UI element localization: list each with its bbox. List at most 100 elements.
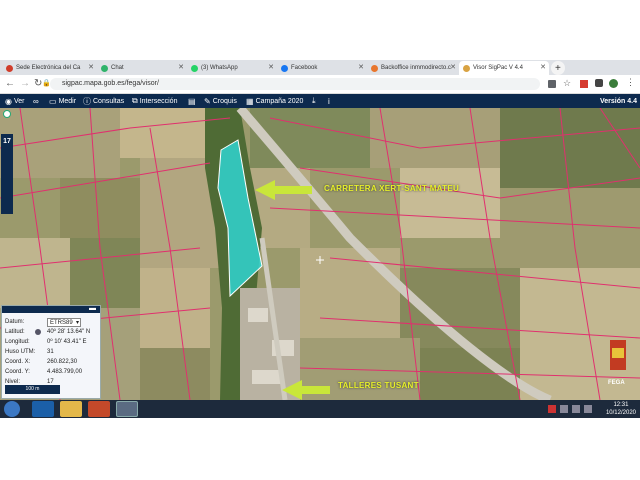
tab-label: Sede Electrónica del Ca [16,65,81,71]
new-tab-button[interactable]: + [551,61,565,75]
tab-visor-sigpac[interactable]: Visor SigPac V 4.4 ✕ [459,61,549,75]
tab-label: Visor SigPac V 4.4 [473,65,523,71]
building [252,370,282,384]
consultas-button[interactable]: ⓘ Consultas [83,94,124,108]
back-arrow-icon[interactable]: ← [5,77,15,91]
ruler-icon: ▭ [49,96,57,106]
translate-icon[interactable] [548,80,556,88]
medir-label: Medir [58,97,77,105]
tray-notification-icon[interactable] [548,405,556,413]
url-text: sigpac.mapa.gob.es/fega/visor/ [62,80,159,87]
tray-network-icon[interactable] [560,405,568,413]
medir-button[interactable]: ▭ Medir [49,94,76,108]
download-icon: ⤓ [312,96,316,105]
info-small-button[interactable]: i [328,94,330,108]
tab-backoffice[interactable]: Backoffice inmmodirecto.c ✕ [367,61,459,75]
layer-toggle-icon[interactable] [3,110,11,118]
clock-date: 10/12/2020 [605,410,636,416]
file-explorer-icon[interactable] [60,401,82,417]
tab-label: (3) WhatsApp [201,65,238,71]
extension-icon[interactable] [595,79,603,87]
print-icon: ▤ [188,96,196,106]
zoom-panel[interactable]: 17 [1,134,13,214]
minimize-icon[interactable]: ▬ [89,305,96,312]
croquis-label: Croquis [212,97,237,105]
coord-y-label: Coord. Y: [5,369,30,375]
lock-icon: 🔒 [42,80,51,87]
whatsapp-favicon-icon [191,64,198,72]
new-tab-label: + [555,62,561,74]
system-clock[interactable]: 12:31 10/12/2020 [606,401,636,417]
building [248,308,268,322]
binoculars-button[interactable]: ∞ [33,94,39,108]
intersection-icon: ⧉ [132,96,138,105]
longitude-value: 0º 10' 43.41" E [47,339,87,345]
close-tab-icon[interactable]: ✕ [178,63,184,71]
site-favicon-icon [6,64,13,72]
version-label: Versión 4.4 [600,97,637,105]
latitude-label: Latitud: [5,329,25,335]
sigpac-favicon-icon [463,64,470,72]
longitude-label: Longitud: [5,339,30,345]
tab-whatsapp[interactable]: (3) WhatsApp ✕ [187,61,277,75]
label-talleres: TALLERES TUSANT [338,381,419,390]
ver-label: Ver [13,97,25,105]
close-tab-icon[interactable]: ✕ [88,63,94,71]
tray-volume-icon[interactable] [572,405,580,413]
close-tab-icon[interactable]: ✕ [540,63,546,71]
close-tab-icon[interactable]: ✕ [268,63,274,71]
latitude-value: 40º 28' 13.64" N [47,329,91,335]
facebook-favicon-icon [281,64,288,72]
windows-start-icon[interactable] [4,401,20,417]
tab-chat[interactable]: Chat ✕ [97,61,187,75]
huso-value: 31 [47,349,54,355]
internet-explorer-icon[interactable] [32,401,54,417]
download-button[interactable]: ⤓ [312,94,316,108]
binoculars-icon: ∞ [33,96,39,106]
close-tab-icon[interactable]: ✕ [450,63,456,71]
coord-y-value: 4.483.799,00 [47,369,83,375]
coord-x-label: Coord. X: [5,359,31,365]
tray-battery-icon[interactable] [584,405,592,413]
scale-bar: 100 m [5,385,60,394]
tab-sede-electronica[interactable]: Sede Electrónica del Ca ✕ [2,61,97,75]
tab-facebook[interactable]: Facebook ✕ [277,61,367,75]
interseccion-button[interactable]: ⧉ Intersección [132,94,177,108]
eye-icon: ◉ [5,96,12,106]
huso-label: Huso UTM: [5,349,36,355]
tab-label: Backoffice inmmodirecto.c [381,65,451,71]
media-player-icon[interactable] [88,401,110,417]
print-button[interactable]: ▤ [188,94,196,108]
chat-favicon-icon [101,64,108,72]
coord-x-value: 260.822,30 [47,359,78,365]
tab-label: Facebook [291,65,318,71]
profile-avatar[interactable] [609,79,618,88]
close-tab-icon[interactable]: ✕ [358,63,364,71]
url-input[interactable]: sigpac.mapa.gob.es/fega/visor/ [50,78,540,90]
consultas-label: Consultas [93,97,125,105]
browser-menu-icon[interactable]: ⋮ [626,77,635,88]
calendar-icon: ▦ [246,96,254,106]
datum-value: ETRS89 [50,320,73,326]
fega-logo-text: FEGA [608,380,625,386]
campana-label: Campaña 2020 [255,97,304,105]
tab-label: Chat [111,65,124,71]
info-small-icon: i [328,96,330,106]
chrome-icon[interactable] [116,401,138,417]
datum-label: Datum: [5,319,25,325]
label-carretera: CARRETERA XERT-SANT MATEU [324,184,460,193]
forward-arrow-icon[interactable]: → [20,77,30,91]
ver-button[interactable]: ◉ Ver [5,94,25,108]
zoom-level: 17 [3,138,11,145]
pdf-extension-icon[interactable] [580,80,588,88]
datum-select[interactable]: ETRS89 ▾ [47,318,81,327]
campana-button[interactable]: ▦ Campaña 2020 [246,94,303,108]
panel-header: ▬ [2,305,100,313]
croquis-button[interactable]: ✎ Croquis [204,94,237,108]
pencil-icon: ✎ [204,96,211,106]
location-icon[interactable] [35,329,41,335]
browser-tab-strip: Sede Electrónica del Ca ✕ Chat ✕ (3) Wha… [0,60,640,75]
interseccion-label: Intersección [139,97,178,105]
fega-logo [610,340,626,370]
star-icon[interactable]: ☆ [563,78,571,89]
